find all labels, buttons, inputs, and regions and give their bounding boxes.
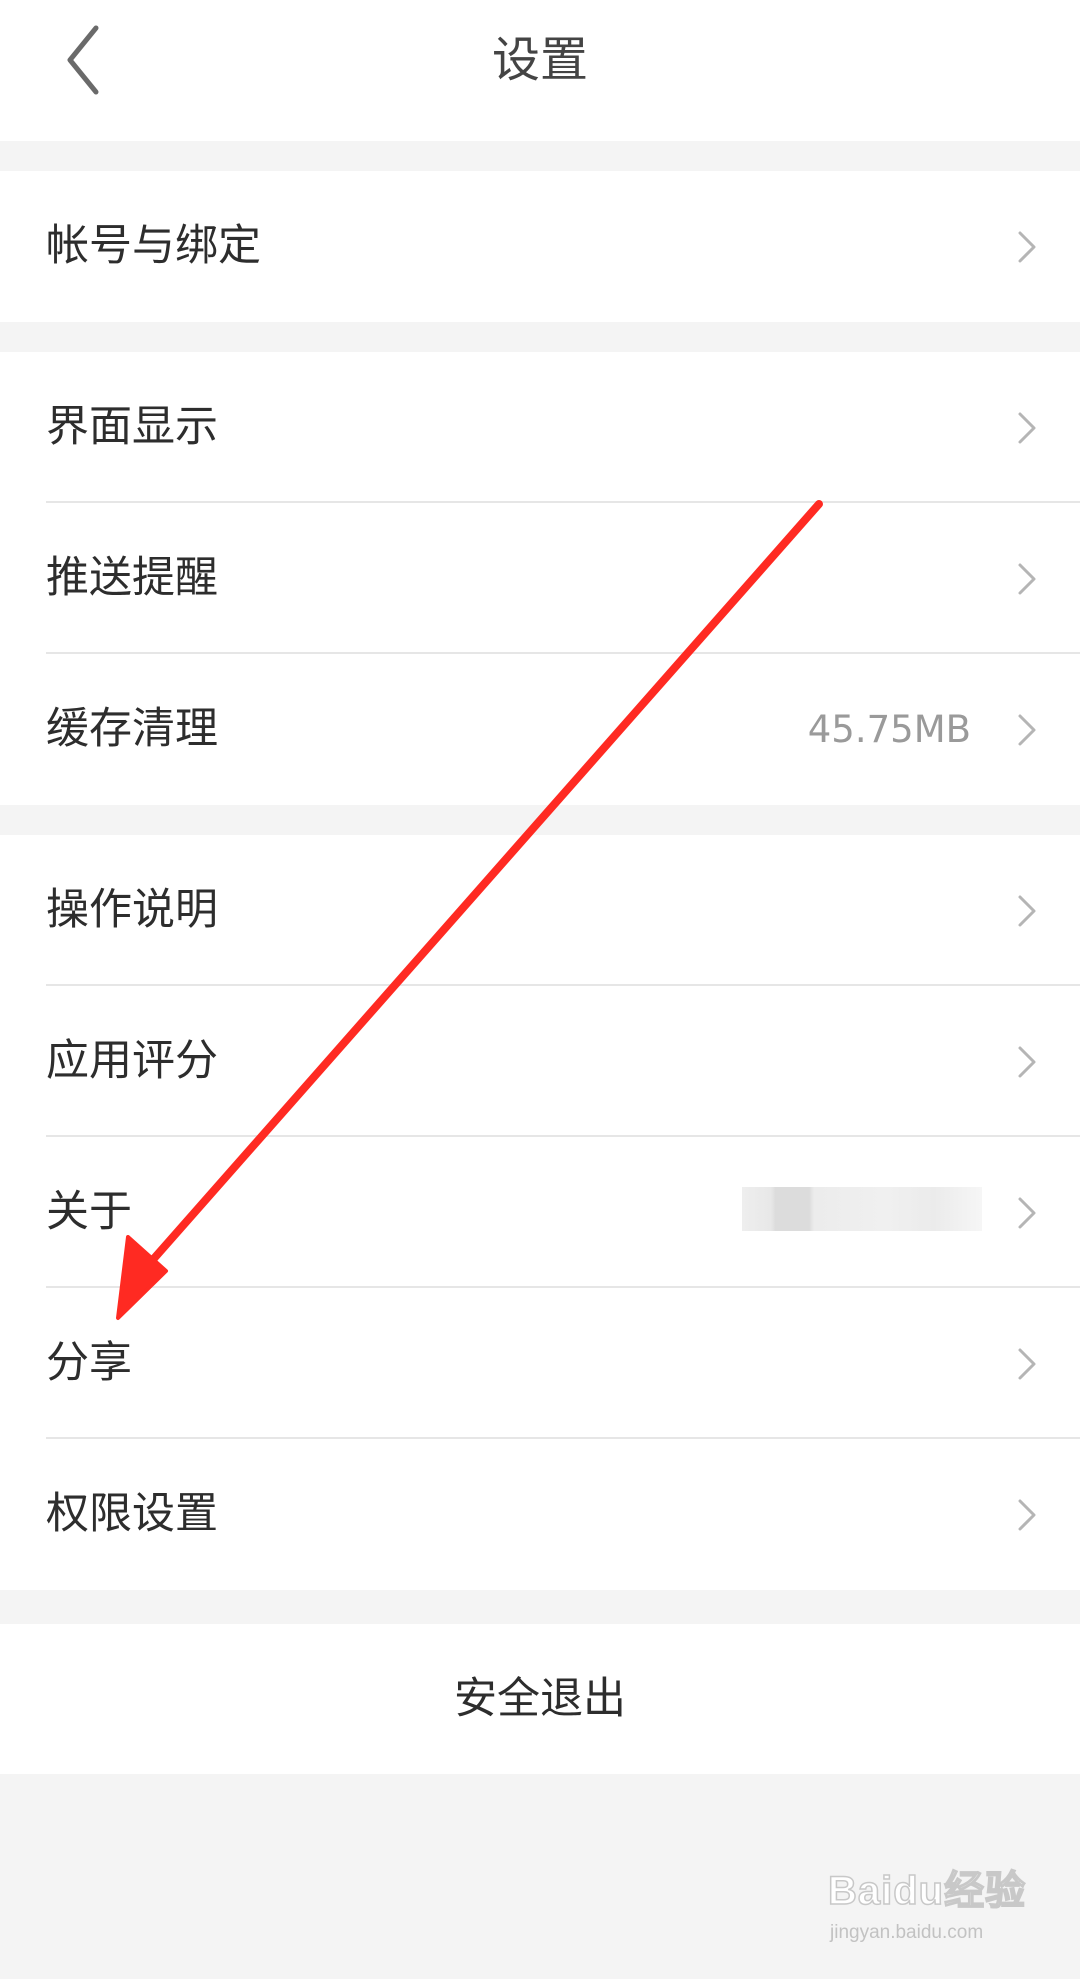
settings-row-account-binding[interactable]: 帐号与绑定 [0, 171, 1080, 322]
settings-group-display: 界面显示 推送提醒 缓存清理 45.75MB [0, 352, 1080, 805]
chevron-right-icon [1018, 231, 1036, 263]
settings-row-label: 分享 [46, 1338, 132, 1388]
chevron-right-icon [1018, 1348, 1036, 1380]
settings-row-permissions[interactable]: 权限设置 [0, 1439, 1080, 1590]
chevron-right-icon [1018, 1197, 1036, 1229]
settings-row-label: 应用评分 [46, 1036, 218, 1086]
settings-row-rate-app[interactable]: 应用评分 [0, 986, 1080, 1137]
navigation-bar: 设置 [0, 0, 1080, 141]
settings-row-label: 推送提醒 [46, 553, 218, 603]
settings-row-about[interactable]: 关于 [0, 1137, 1080, 1288]
cache-size-value: 45.75MB [807, 708, 971, 751]
settings-group-account: 帐号与绑定 [0, 171, 1080, 322]
settings-row-label: 权限设置 [46, 1489, 218, 1539]
settings-row-label: 关于 [46, 1187, 132, 1237]
page-title: 设置 [491, 32, 588, 88]
chevron-right-icon [1018, 563, 1036, 595]
settings-group-info: 操作说明 应用评分 关于 分享 权限设置 [0, 835, 1080, 1590]
settings-row-instructions[interactable]: 操作说明 [0, 835, 1080, 986]
settings-row-label: 缓存清理 [46, 704, 218, 754]
redacted-version-value [742, 1187, 982, 1231]
chevron-right-icon [1018, 895, 1036, 927]
watermark-brand: Baidu经验 [827, 1868, 1027, 1914]
settings-row-label: 操作说明 [46, 885, 218, 935]
logout-button[interactable]: 安全退出 [0, 1624, 1080, 1774]
chevron-right-icon [1018, 1046, 1036, 1078]
settings-row-push-notifications[interactable]: 推送提醒 [0, 503, 1080, 654]
chevron-right-icon [1018, 412, 1036, 444]
settings-row-interface-display[interactable]: 界面显示 [0, 352, 1080, 503]
baidu-jingyan-watermark: Baidu经验 jingyan.baidu.com [827, 1858, 1058, 1958]
settings-row-label: 帐号与绑定 [46, 221, 261, 271]
chevron-right-icon [1018, 714, 1036, 746]
settings-row-label: 界面显示 [46, 402, 218, 452]
settings-row-share[interactable]: 分享 [0, 1288, 1080, 1439]
chevron-right-icon [1018, 1499, 1036, 1531]
watermark-url: jingyan.baidu.com [830, 1922, 984, 1943]
settings-row-cache-clear[interactable]: 缓存清理 45.75MB [0, 654, 1080, 805]
